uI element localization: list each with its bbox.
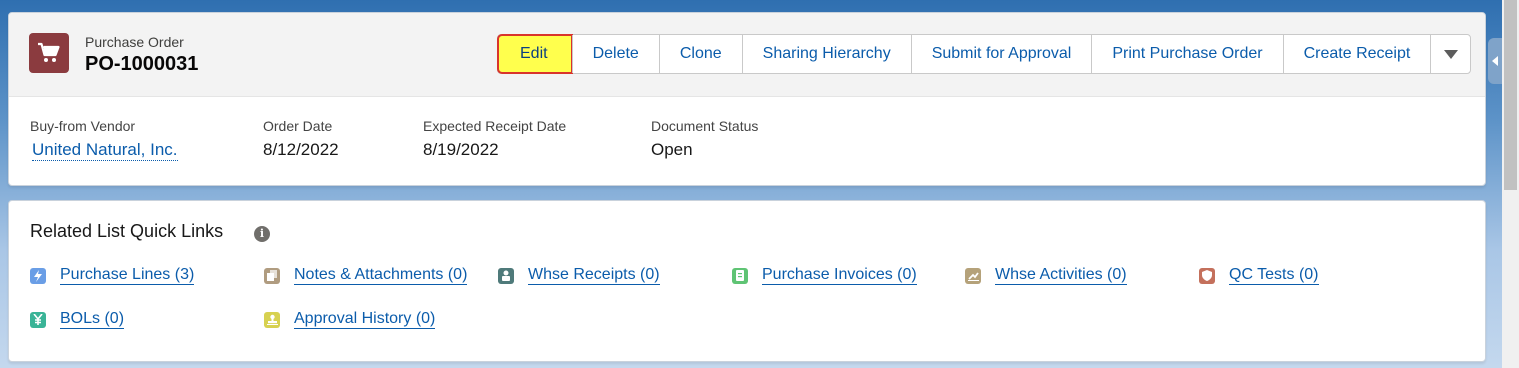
- receipt-icon: [498, 267, 514, 284]
- highlight-order-date: Order Date 8/12/2022: [263, 118, 339, 160]
- bolt-icon: [30, 267, 46, 284]
- quick-link-whse-receipts[interactable]: Whse Receipts (0): [498, 266, 660, 285]
- highlight-expected-receipt-date: Expected Receipt Date 8/19/2022: [423, 118, 566, 160]
- utility-panel-toggle[interactable]: [1488, 38, 1502, 84]
- delete-button[interactable]: Delete: [571, 35, 659, 73]
- quick-link-label[interactable]: BOLs (0): [60, 310, 125, 329]
- quick-link-label[interactable]: Purchase Lines (3): [60, 266, 195, 285]
- quick-link-purchase-invoices[interactable]: Purchase Invoices (0): [732, 266, 917, 285]
- print-purchase-order-button[interactable]: Print Purchase Order: [1091, 35, 1283, 73]
- stamp-icon: [264, 311, 280, 328]
- quick-link-label[interactable]: QC Tests (0): [1229, 266, 1319, 285]
- quick-link-approval-history[interactable]: Approval History (0): [264, 310, 436, 329]
- highlight-label: Buy-from Vendor: [30, 118, 136, 134]
- quick-link-whse-activities[interactable]: Whse Activities (0): [965, 266, 1127, 285]
- highlight-document-status: Document Status Open: [651, 118, 758, 160]
- submit-for-approval-button[interactable]: Submit for Approval: [910, 35, 1092, 73]
- shield-icon: [1199, 267, 1215, 284]
- quick-link-label[interactable]: Purchase Invoices (0): [762, 266, 917, 285]
- scrollbar-thumb[interactable]: [1504, 0, 1517, 190]
- sharing-hierarchy-button[interactable]: Sharing Hierarchy: [741, 35, 911, 73]
- chevron-left-icon: [1492, 56, 1498, 66]
- quick-link-bols[interactable]: BOLs (0): [30, 310, 125, 329]
- related-list-quick-links-card: Related List Quick Links i Purchase Line…: [8, 200, 1486, 362]
- record-header: Purchase Order PO-1000031 Edit Delete Cl…: [9, 13, 1485, 97]
- record-header-card: Purchase Order PO-1000031 Edit Delete Cl…: [8, 12, 1486, 186]
- yen-icon: [30, 311, 46, 328]
- edit-button[interactable]: Edit: [497, 34, 573, 74]
- notes-icon: [264, 267, 280, 284]
- highlight-value: 8/19/2022: [423, 140, 499, 159]
- quick-link-notes-attachments[interactable]: Notes & Attachments (0): [264, 266, 468, 285]
- invoice-icon: [732, 267, 748, 284]
- more-actions-button[interactable]: [1430, 35, 1471, 73]
- highlight-label: Document Status: [651, 118, 759, 134]
- highlight-label: Expected Receipt Date: [423, 118, 567, 134]
- info-icon[interactable]: i: [254, 226, 270, 242]
- activity-icon: [965, 267, 981, 284]
- quick-link-label[interactable]: Whse Receipts (0): [528, 266, 660, 285]
- action-button-group: Edit Delete Clone Sharing Hierarchy Subm…: [497, 34, 1472, 74]
- quick-link-purchase-lines[interactable]: Purchase Lines (3): [30, 266, 195, 285]
- quick-link-qc-tests[interactable]: QC Tests (0): [1199, 266, 1319, 285]
- highlight-value: Open: [651, 140, 693, 159]
- record-title: PO-1000031: [85, 53, 199, 75]
- quick-link-label[interactable]: Whse Activities (0): [995, 266, 1127, 285]
- create-receipt-button[interactable]: Create Receipt: [1282, 35, 1431, 73]
- highlight-value: 8/12/2022: [263, 140, 339, 159]
- quick-link-label[interactable]: Approval History (0): [294, 310, 436, 329]
- clone-button[interactable]: Clone: [658, 35, 742, 73]
- related-list-title: Related List Quick Links: [30, 221, 224, 241]
- highlight-buy-from-vendor: Buy-from Vendor United Natural, Inc.: [30, 118, 178, 161]
- object-type-label: Purchase Order: [85, 34, 184, 50]
- highlight-label: Order Date: [263, 118, 333, 134]
- chevron-down-icon: [1443, 49, 1458, 59]
- vendor-link[interactable]: United Natural, Inc.: [32, 140, 178, 161]
- cart-icon: [29, 33, 69, 73]
- quick-link-label[interactable]: Notes & Attachments (0): [294, 266, 468, 285]
